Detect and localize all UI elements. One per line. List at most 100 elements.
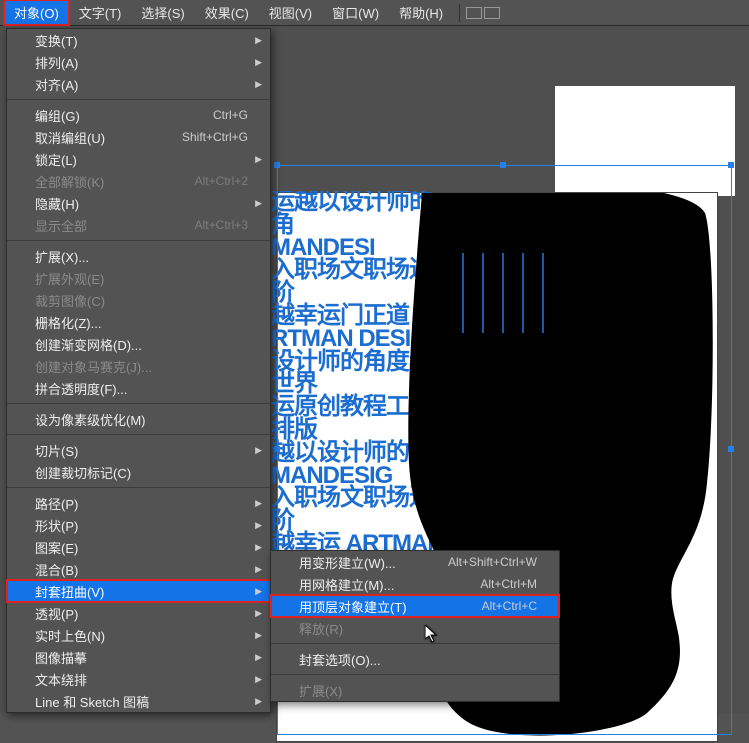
menu-shortcut: Alt+Shift+Ctrl+W bbox=[448, 555, 537, 569]
object-menu-item[interactable]: 混合(B) bbox=[7, 558, 270, 580]
menu-label: 锁定(L) bbox=[35, 150, 77, 169]
menu-label: Line 和 Sketch 图稿 bbox=[35, 692, 149, 711]
menu-label: 对齐(A) bbox=[35, 75, 78, 94]
object-menu-item: 扩展外观(E) bbox=[7, 267, 270, 289]
object-menu-item: 裁剪图像(C) bbox=[7, 289, 270, 311]
menubar: 对象(O) 文字(T) 选择(S) 效果(C) 视图(V) 窗口(W) 帮助(H… bbox=[0, 0, 749, 26]
menu-label: 透视(P) bbox=[35, 604, 78, 623]
object-menu-item[interactable]: 排列(A) bbox=[7, 51, 270, 73]
envelope-submenu-item[interactable]: 用网格建立(M)... Alt+Ctrl+M bbox=[271, 573, 559, 595]
menu-label: 扩展外观(E) bbox=[35, 269, 104, 288]
separator bbox=[459, 4, 460, 22]
menu-label: 隐藏(H) bbox=[35, 194, 79, 213]
menu-shortcut: Alt+Ctrl+2 bbox=[195, 174, 248, 188]
workspace-icon bbox=[484, 7, 500, 19]
envelope-submenu-item[interactable]: 用顶层对象建立(T) Alt+Ctrl+C bbox=[271, 595, 559, 617]
menu-label: 编组(G) bbox=[35, 106, 80, 125]
object-menu-item: 显示全部 Alt+Ctrl+3 bbox=[7, 214, 270, 236]
anchor-handle[interactable] bbox=[274, 446, 280, 452]
object-menu-item[interactable]: 扩展(X)... bbox=[7, 245, 270, 267]
menu-label: 扩展(X)... bbox=[35, 247, 89, 266]
menu-label: 封套扭曲(V) bbox=[35, 582, 104, 601]
menu-shortcut: Ctrl+G bbox=[213, 108, 248, 122]
object-menu-item[interactable]: 切片(S) bbox=[7, 439, 270, 461]
object-menu-item[interactable]: 实时上色(N) bbox=[7, 624, 270, 646]
menu-label: 混合(B) bbox=[35, 560, 78, 579]
object-menu-item[interactable]: 文本绕排 bbox=[7, 668, 270, 690]
object-menu-item[interactable]: 变换(T) bbox=[7, 29, 270, 51]
anchor-handle[interactable] bbox=[500, 162, 506, 168]
envelope-submenu-item[interactable]: 封套选项(O)... bbox=[271, 648, 559, 670]
object-menu-item[interactable]: 图案(E) bbox=[7, 536, 270, 558]
object-menu-item: 全部解锁(K) Alt+Ctrl+2 bbox=[7, 170, 270, 192]
anchor-handle[interactable] bbox=[274, 162, 280, 168]
object-menu-item[interactable]: 形状(P) bbox=[7, 514, 270, 536]
menu-label: 创建裁切标记(C) bbox=[35, 463, 131, 482]
menu-label: 栅格化(Z)... bbox=[35, 313, 101, 332]
menu-label: 全部解锁(K) bbox=[35, 172, 104, 191]
menu-label: 用变形建立(W)... bbox=[299, 553, 396, 572]
menu-label: 形状(P) bbox=[35, 516, 78, 535]
menu-separator bbox=[7, 240, 270, 241]
object-menu-item[interactable]: 封套扭曲(V) bbox=[7, 580, 270, 602]
menu-label: 路径(P) bbox=[35, 494, 78, 513]
object-menu-item[interactable]: 路径(P) bbox=[7, 492, 270, 514]
workspace-switcher[interactable] bbox=[466, 7, 500, 19]
menu-shortcut: Shift+Ctrl+G bbox=[182, 130, 248, 144]
menu-label: 变换(T) bbox=[35, 31, 78, 50]
menu-label: 创建渐变网格(D)... bbox=[35, 335, 142, 354]
menu-shortcut: Alt+Ctrl+3 bbox=[195, 218, 248, 232]
menu-label: 用顶层对象建立(T) bbox=[299, 597, 407, 616]
menu-object[interactable]: 对象(O) bbox=[4, 0, 69, 25]
object-menu-item[interactable]: 隐藏(H) bbox=[7, 192, 270, 214]
menu-label: 实时上色(N) bbox=[35, 626, 105, 645]
object-menu-item[interactable]: 栅格化(Z)... bbox=[7, 311, 270, 333]
object-menu-item[interactable]: 拼合透明度(F)... bbox=[7, 377, 270, 399]
menu-type[interactable]: 文字(T) bbox=[69, 0, 132, 25]
menu-separator bbox=[7, 403, 270, 404]
menu-label: 取消编组(U) bbox=[35, 128, 105, 147]
menu-shortcut: Alt+Ctrl+C bbox=[482, 599, 537, 613]
envelope-submenu-item: 扩展(X) bbox=[271, 679, 559, 701]
menu-help[interactable]: 帮助(H) bbox=[389, 0, 453, 25]
anchor-handle[interactable] bbox=[728, 162, 734, 168]
menu-label: 创建对象马赛克(J)... bbox=[35, 357, 152, 376]
envelope-distort-submenu: 用变形建立(W)... Alt+Shift+Ctrl+W 用网格建立(M)... Al… bbox=[270, 550, 560, 702]
menu-window[interactable]: 窗口(W) bbox=[322, 0, 389, 25]
menu-label: 释放(R) bbox=[299, 619, 343, 638]
envelope-submenu-item: 释放(R) bbox=[271, 617, 559, 639]
menu-label: 封套选项(O)... bbox=[299, 650, 381, 669]
object-menu-item[interactable]: Line 和 Sketch 图稿 bbox=[7, 690, 270, 712]
menu-view[interactable]: 视图(V) bbox=[259, 0, 322, 25]
menu-label: 用网格建立(M)... bbox=[299, 575, 394, 594]
menu-separator bbox=[7, 487, 270, 488]
mouse-cursor bbox=[425, 625, 439, 643]
menu-shortcut: Alt+Ctrl+M bbox=[480, 577, 537, 591]
object-menu-item[interactable]: 透视(P) bbox=[7, 602, 270, 624]
menu-label: 图案(E) bbox=[35, 538, 78, 557]
menu-label: 裁剪图像(C) bbox=[35, 291, 105, 310]
anchor-handle[interactable] bbox=[728, 446, 734, 452]
menu-separator bbox=[7, 434, 270, 435]
object-menu-item[interactable]: 创建渐变网格(D)... bbox=[7, 333, 270, 355]
menu-label: 图像描摹 bbox=[35, 648, 87, 667]
envelope-submenu-item[interactable]: 用变形建立(W)... Alt+Shift+Ctrl+W bbox=[271, 551, 559, 573]
object-menu-item[interactable]: 编组(G) Ctrl+G bbox=[7, 104, 270, 126]
menu-effect[interactable]: 效果(C) bbox=[195, 0, 259, 25]
menu-separator bbox=[7, 99, 270, 100]
object-menu-item[interactable]: 创建裁切标记(C) bbox=[7, 461, 270, 483]
object-menu-item[interactable]: 图像描摹 bbox=[7, 646, 270, 668]
object-menu-item[interactable]: 对齐(A) bbox=[7, 73, 270, 95]
object-menu-item[interactable]: 取消编组(U) Shift+Ctrl+G bbox=[7, 126, 270, 148]
menu-label: 切片(S) bbox=[35, 441, 78, 460]
menu-label: 排列(A) bbox=[35, 53, 78, 72]
workspace-icon bbox=[466, 7, 482, 19]
object-menu-item[interactable]: 锁定(L) bbox=[7, 148, 270, 170]
menu-label: 扩展(X) bbox=[299, 681, 342, 700]
object-menu-item[interactable]: 设为像素级优化(M) bbox=[7, 408, 270, 430]
menu-label: 文本绕排 bbox=[35, 670, 87, 689]
menu-select[interactable]: 选择(S) bbox=[131, 0, 194, 25]
menu-label: 拼合透明度(F)... bbox=[35, 379, 127, 398]
menu-label: 显示全部 bbox=[35, 216, 87, 235]
menu-separator bbox=[271, 643, 559, 644]
